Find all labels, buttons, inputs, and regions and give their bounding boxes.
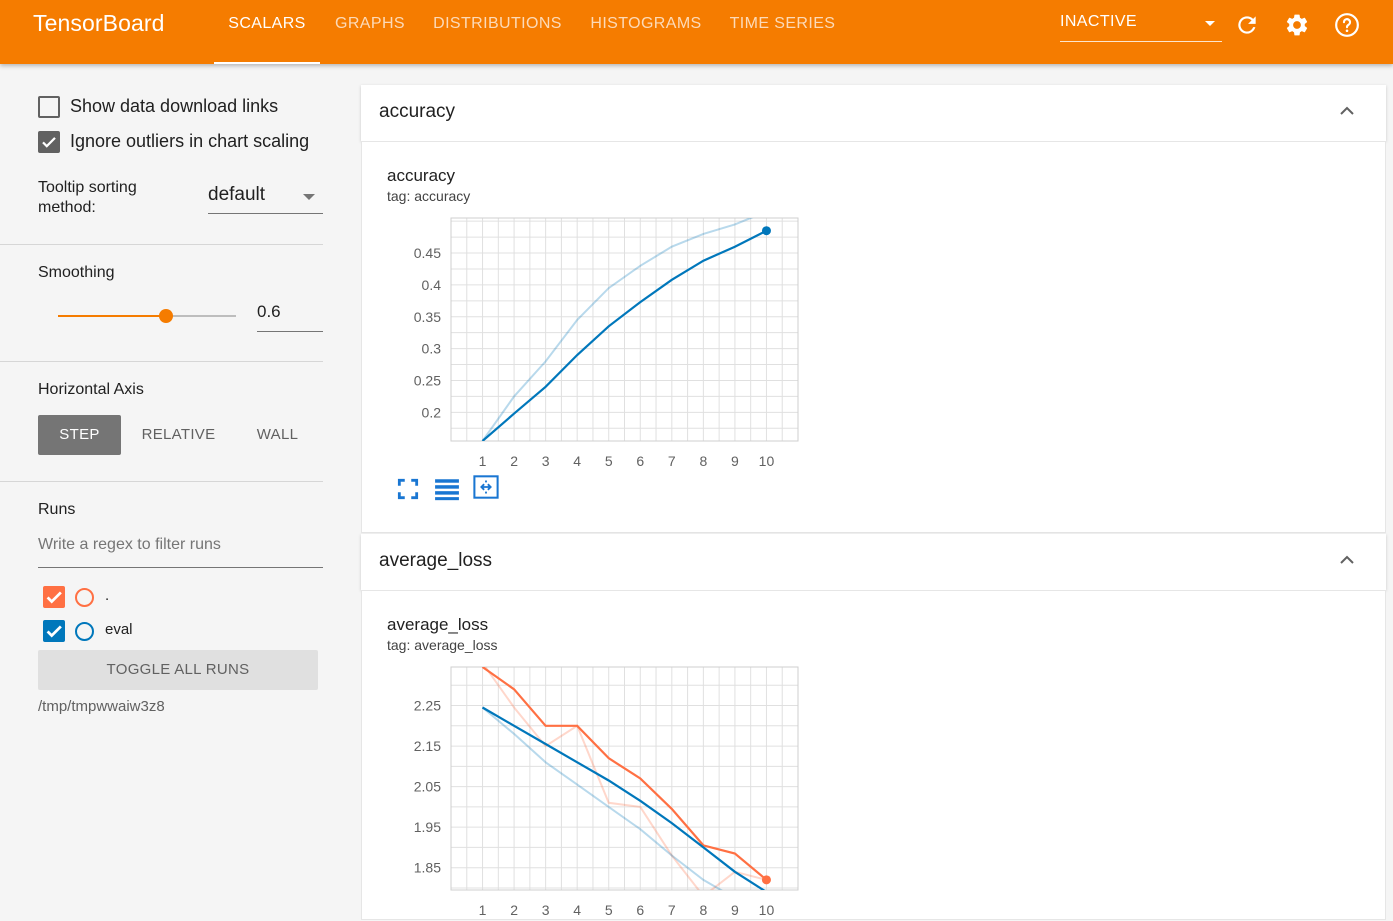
ignore-outliers-label: Ignore outliers in chart scaling (70, 131, 310, 151)
x-tick-label: 9 (731, 453, 739, 469)
smoothing-label: Smoothing (38, 264, 115, 281)
series-end-point-dot (761, 875, 771, 885)
checkmark-icon (46, 625, 62, 638)
tooltip-sorting-select[interactable]: default (208, 184, 323, 214)
axis-relative-button[interactable]: RELATIVE (131, 415, 226, 455)
smoothing-slider-fill (58, 315, 166, 317)
axis-wall-button[interactable]: WALL (236, 415, 319, 455)
tab-scalars[interactable]: SCALARS (214, 0, 320, 64)
chart-card-accuracy: accuracy tag: accuracy 0.2 0.25 0.3 0.35 0.4… (361, 141, 1386, 533)
refresh-icon[interactable] (1234, 12, 1260, 38)
tab-graphs-label: GRAPHS (335, 15, 405, 32)
average-loss-chart[interactable]: 1.851.952.052.152.251 2 3 4 5 6 7 8 9 10 (362, 591, 822, 921)
checkmark-icon (46, 591, 62, 604)
x-tick-label: 10 (759, 453, 775, 469)
horizontal-axis-label: Horizontal Axis (38, 381, 144, 398)
x-tick-label: 4 (573, 453, 581, 469)
top-app-bar: TensorBoard SCALARS GRAPHS DISTRIBUTIONS… (0, 0, 1393, 64)
run-color-circle-eval[interactable] (75, 622, 94, 641)
tab-graphs[interactable]: GRAPHS (320, 0, 420, 64)
y-tick-label: 1.95 (414, 819, 441, 835)
log-directory: /tmp/tmpwwaiw3z8 (38, 698, 165, 715)
dropdown-caret-icon (1205, 21, 1215, 26)
x-tick-label: 1 (479, 453, 487, 469)
y-tick-label: 0.35 (414, 309, 441, 325)
y-tick-label: 2.15 (414, 738, 441, 754)
panel-header-accuracy[interactable]: accuracy (361, 85, 1386, 141)
ignore-outliers-checkbox[interactable] (38, 131, 60, 153)
run-checkbox-eval[interactable] (43, 620, 65, 642)
smoothing-slider-thumb[interactable] (159, 309, 173, 323)
settings-icon[interactable] (1284, 12, 1310, 38)
x-tick-label: 7 (668, 453, 676, 469)
data-table-icon[interactable] (434, 476, 460, 502)
tooltip-sorting-value: default (208, 184, 266, 205)
tab-scalars-label: SCALARS (228, 15, 306, 32)
accuracy-chart[interactable]: 0.2 0.25 0.3 0.35 0.4 0.45 1 2 3 4 5 6 7 8 9 10 (362, 142, 822, 482)
app-brand: TensorBoard (33, 10, 165, 36)
x-tick-label: 8 (699, 453, 707, 469)
status-value: INACTIVE (1060, 13, 1137, 30)
active-tab-indicator (214, 62, 320, 64)
run-filter-input[interactable]: Write a regex to filter runs (38, 536, 323, 568)
axis-step-button[interactable]: STEP (38, 415, 121, 455)
help-icon[interactable] (1334, 12, 1360, 38)
y-tick-label: 0.2 (422, 404, 442, 420)
toggle-all-runs-button[interactable]: TOGGLE ALL RUNS (38, 650, 318, 690)
y-tick-label: 2.25 (414, 698, 441, 714)
status-dropdown[interactable]: INACTIVE (1060, 12, 1222, 42)
show-download-links-label: Show data download links (70, 96, 279, 116)
y-tick-label: 0.45 (414, 245, 441, 261)
run-color-circle-dot[interactable] (75, 588, 94, 607)
tab-time-series-label: TIME SERIES (729, 15, 836, 32)
run-filter-placeholder: Write a regex to filter runs (38, 536, 221, 553)
x-tick-label: 3 (542, 453, 550, 469)
fit-domain-icon[interactable] (395, 476, 421, 502)
smoothing-input[interactable]: 0.6 (257, 302, 323, 332)
y-tick-label: 1.85 (414, 860, 441, 876)
tab-time-series[interactable]: TIME SERIES (717, 0, 848, 64)
tab-histograms-label: HISTOGRAMS (590, 15, 702, 32)
run-name-eval: eval (105, 621, 133, 638)
y-tick-label: 0.3 (422, 341, 442, 357)
tab-histograms[interactable]: HISTOGRAMS (575, 0, 717, 64)
y-tick-label: 2.05 (414, 779, 441, 795)
y-tick-label: 0.25 (414, 372, 441, 388)
tooltip-sorting-label: Tooltip sorting method: (38, 179, 137, 216)
dropdown-caret-icon (303, 194, 315, 200)
y-tick-label: 0.4 (422, 277, 442, 293)
sidebar-divider (0, 361, 323, 362)
series-end-point-eval (761, 226, 771, 236)
run-checkbox-dot[interactable] (43, 586, 65, 608)
chart-card-average-loss: average_loss tag: average_loss 1.85 1.95 2… (361, 590, 1386, 920)
x-tick-label: 6 (636, 453, 644, 469)
sidebar-divider (0, 244, 323, 245)
sidebar: Show data download links Ignore outliers… (0, 64, 343, 916)
panel-header-average-loss[interactable]: average_loss (361, 534, 1386, 590)
panel-title-average-loss: average_loss (379, 550, 493, 571)
tab-distributions[interactable]: DISTRIBUTIONS (420, 0, 575, 64)
smoothing-value: 0.6 (257, 302, 281, 321)
panel-title-accuracy: accuracy (379, 101, 456, 122)
toggle-log-scale-icon[interactable] (473, 474, 499, 500)
collapse-chevron-icon[interactable] (1339, 552, 1355, 568)
x-tick-label: 5 (605, 453, 613, 469)
x-tick-label: 2 (510, 453, 518, 469)
tab-distributions-label: DISTRIBUTIONS (433, 15, 562, 32)
checkmark-icon (42, 137, 56, 148)
show-download-links-checkbox[interactable] (38, 96, 60, 118)
run-name-dot: . (105, 587, 110, 604)
runs-label: Runs (38, 501, 76, 518)
sidebar-divider (0, 481, 323, 482)
collapse-chevron-icon[interactable] (1339, 103, 1355, 119)
